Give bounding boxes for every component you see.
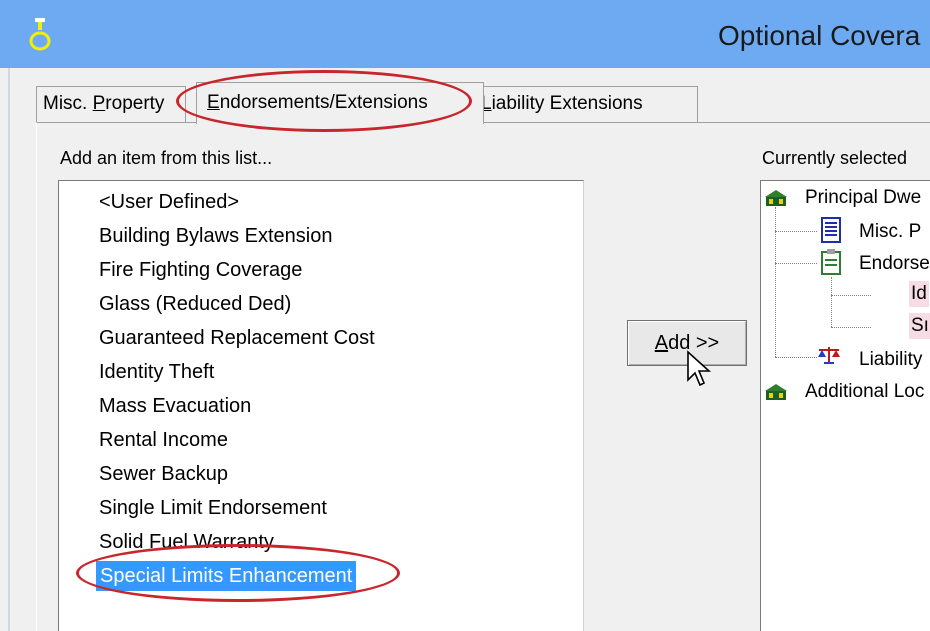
frame-border — [8, 68, 10, 631]
list-item[interactable]: Single Limit Endorsement — [99, 493, 327, 523]
list-item[interactable]: Mass Evacuation — [99, 391, 251, 421]
tree-connector — [775, 207, 776, 357]
tree-connector — [775, 231, 817, 232]
window-title: Optional Covera — [718, 20, 921, 51]
tree-node-second-child[interactable]: Sı — [909, 313, 930, 339]
clipboard-icon — [821, 249, 841, 275]
tree-node-misc-property[interactable]: Misc. P — [859, 219, 921, 245]
available-list-label: Add an item from this list... — [60, 148, 273, 168]
scales-icon — [818, 347, 840, 364]
tree-connector — [831, 295, 871, 296]
list-item[interactable]: Solid Fuel Warranty — [99, 527, 274, 557]
list-item-selected[interactable]: Special Limits Enhancement — [96, 561, 357, 591]
tree-node-additional-location[interactable]: Additional Loc — [805, 379, 924, 405]
list-item[interactable]: <User Defined> — [99, 187, 239, 217]
available-items-list[interactable]: <User Defined> Building Bylaws Extension… — [58, 180, 584, 631]
mouse-cursor-icon — [687, 350, 712, 387]
tab-endorsements-extensions[interactable]: Endorsements/Extensions — [196, 82, 484, 124]
tree-connector — [831, 277, 832, 327]
tree-connector — [831, 327, 871, 328]
tree-node-identity[interactable]: Id — [909, 281, 929, 307]
tab-misc-property[interactable]: Misc. Property — [36, 86, 186, 122]
tab-liability-extensions[interactable]: Liability Extensions — [474, 86, 698, 122]
tree-connector — [775, 263, 817, 264]
list-item[interactable]: Fire Fighting Coverage — [99, 255, 302, 285]
document-icon — [821, 217, 841, 243]
house-icon — [765, 190, 787, 206]
house-icon — [765, 384, 787, 400]
tree-node-endorsements[interactable]: Endorse — [859, 251, 930, 277]
selected-tree-label: Currently selected — [762, 148, 908, 168]
title-bar[interactable]: Optional Covera — [0, 0, 930, 68]
dialog-window: Optional Covera Misc. Property Endorseme… — [0, 0, 930, 631]
list-item[interactable]: Sewer Backup — [99, 459, 228, 489]
tree-connector — [775, 357, 817, 358]
tree-node-liability[interactable]: Liability — [859, 347, 922, 373]
list-item[interactable]: Identity Theft — [99, 357, 214, 387]
tree-node-principal-dwelling[interactable]: Principal Dwe — [805, 185, 921, 211]
selected-items-tree[interactable]: Principal Dwe Misc. P Endorse Id Sı Liab… — [760, 180, 930, 631]
app-ring-icon — [29, 18, 51, 51]
list-item[interactable]: Building Bylaws Extension — [99, 221, 332, 251]
list-item[interactable]: Glass (Reduced Ded) — [99, 289, 291, 319]
list-item[interactable]: Rental Income — [99, 425, 228, 455]
list-item[interactable]: Guaranteed Replacement Cost — [99, 323, 375, 353]
